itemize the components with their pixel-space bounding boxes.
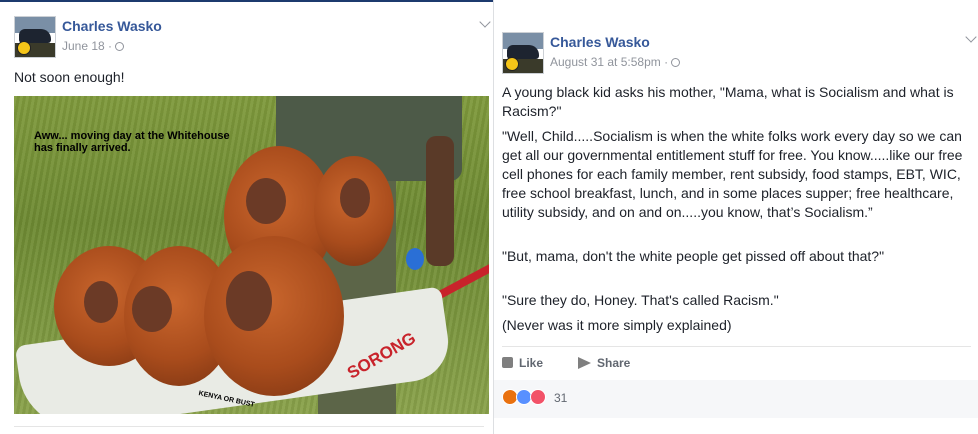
post-paragraph: A young black kid asks his mother, "Mama… xyxy=(502,84,954,119)
post-paragraph: "Well, Child.....Socialism is when the w… xyxy=(502,128,963,220)
share-button[interactable]: Share xyxy=(578,356,630,370)
post-left: Charles Wasko June 18 · Not soon enough!… xyxy=(0,0,493,434)
orangutan xyxy=(204,236,344,396)
author-name[interactable]: Charles Wasko xyxy=(550,34,650,50)
chevron-down-icon[interactable] xyxy=(965,31,977,43)
like-label: Like xyxy=(519,356,544,370)
like-icon xyxy=(502,357,513,368)
post-paragraph: "But, mama, don't the white people get p… xyxy=(502,248,885,264)
post-timestamp[interactable]: June 18 · xyxy=(62,39,125,53)
post-date[interactable]: June 18 · xyxy=(62,39,112,53)
divider xyxy=(14,426,484,427)
post-text: Not soon enough! xyxy=(14,69,125,85)
author-avatar[interactable] xyxy=(502,32,544,74)
post-image[interactable]: SORONG KENYA OR BUST Aww... moving day a… xyxy=(14,96,489,414)
reactions-bar[interactable]: 31 xyxy=(494,380,978,418)
like-button[interactable]: Like xyxy=(502,356,543,370)
post-timestamp[interactable]: August 31 at 5:58pm · xyxy=(550,55,681,69)
globe-icon xyxy=(115,42,125,51)
share-icon xyxy=(578,357,591,369)
globe-icon xyxy=(671,58,681,67)
chevron-down-icon[interactable] xyxy=(479,16,491,28)
post-paragraph: (Never was it more simply explained) xyxy=(502,317,732,333)
author-name[interactable]: Charles Wasko xyxy=(62,18,162,34)
love-reaction-icon xyxy=(530,389,546,405)
post-paragraph: "Sure they do, Honey. That's called Raci… xyxy=(502,292,779,308)
post-right: Charles Wasko August 31 at 5:58pm · A yo… xyxy=(493,0,978,434)
divider xyxy=(502,346,971,347)
image-caption: Aww... moving day at the Whitehouse has … xyxy=(34,130,230,154)
share-label: Share xyxy=(597,356,631,370)
reaction-count[interactable]: 31 xyxy=(554,391,567,405)
post-date[interactable]: August 31 at 5:58pm · xyxy=(550,55,668,69)
author-avatar[interactable] xyxy=(14,16,56,58)
